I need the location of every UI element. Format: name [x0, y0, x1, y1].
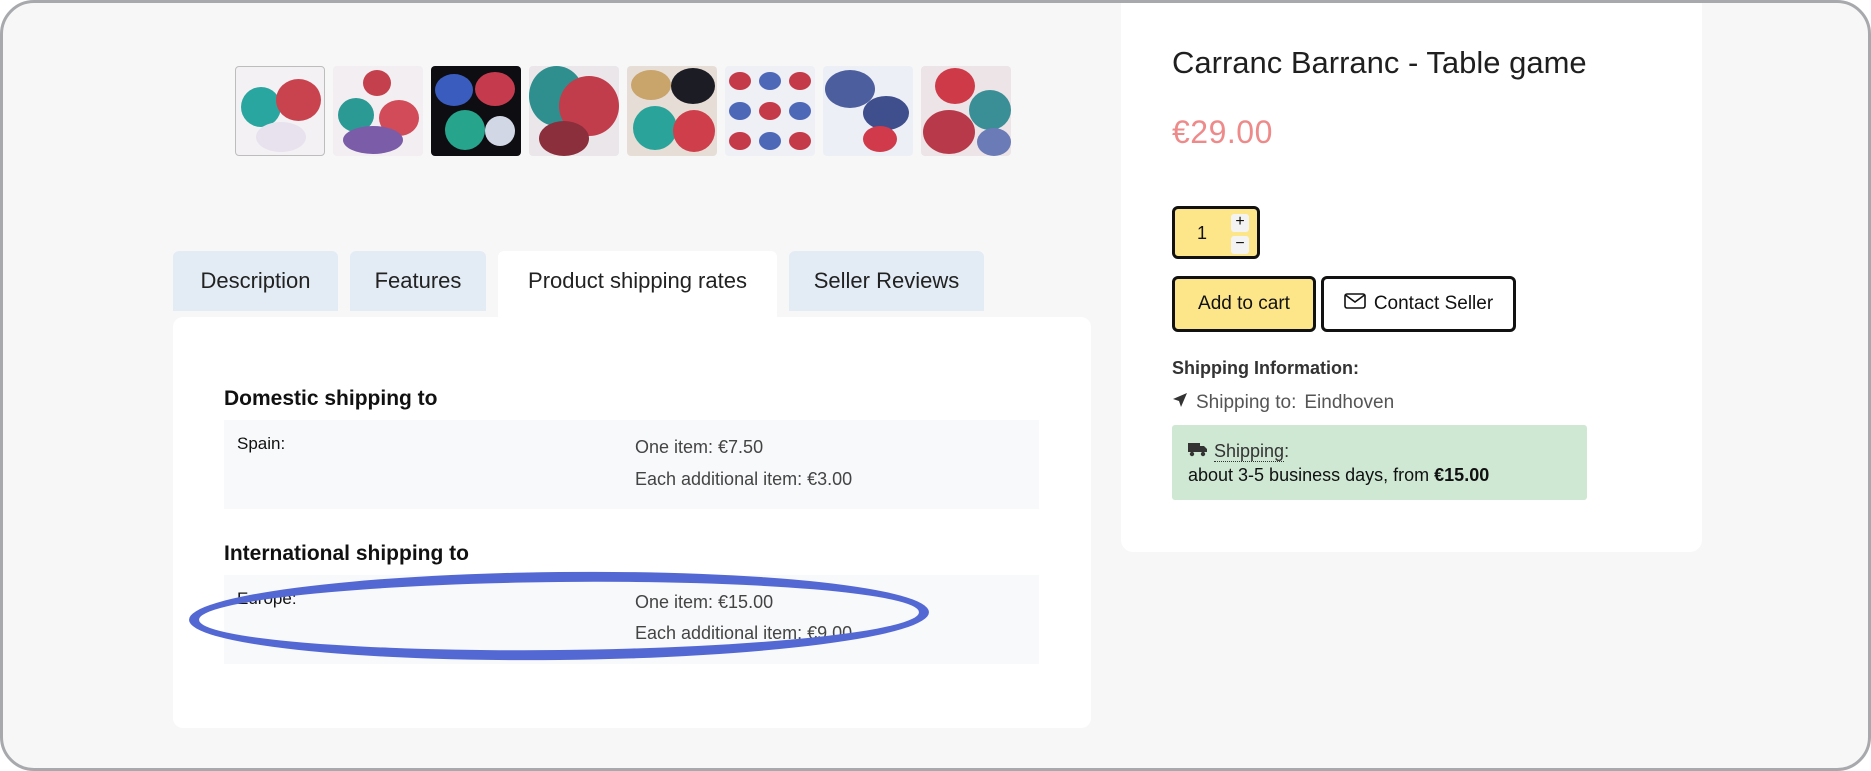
tab-features[interactable]: Features [350, 251, 486, 311]
product-thumbnail[interactable] [823, 66, 913, 156]
region-label: Europe: [237, 589, 297, 608]
tab-product-shipping-rates[interactable]: Product shipping rates [498, 251, 777, 317]
quantity-decrement-button[interactable]: − [1231, 236, 1249, 254]
contact-seller-button[interactable]: Contact Seller [1321, 276, 1516, 332]
international-shipping-title: International shipping to [224, 542, 469, 565]
shipping-information-heading: Shipping Information: [1172, 358, 1359, 378]
shipping-estimate-text: about 3-5 business days, from €15.00 [1188, 465, 1489, 486]
product-title: Carranc Barranc - Table game [1172, 45, 1587, 80]
product-summary-panel: Carranc Barranc - Table game €29.00 1 + … [1121, 3, 1702, 552]
shipping-rates-panel: Domestic shipping to Spain: One item: €7… [173, 317, 1091, 728]
product-thumbnail[interactable] [333, 66, 423, 156]
shipping-colon: : [1284, 441, 1290, 461]
quantity-stepper[interactable]: 1 + − [1172, 206, 1260, 259]
additional-item-rate: Each additional item: €9.00 [635, 623, 853, 643]
product-thumbnail[interactable] [627, 66, 717, 156]
truck-icon [1188, 441, 1208, 462]
envelope-icon [1344, 293, 1366, 315]
domestic-shipping-title: Domestic shipping to [224, 387, 438, 410]
product-thumbnail[interactable] [921, 66, 1011, 156]
location-arrow-icon [1172, 392, 1188, 414]
quantity-value[interactable]: 1 [1197, 223, 1207, 244]
domestic-rate-row: Spain: One item: €7.50 Each additional i… [224, 420, 1039, 509]
international-rate-row: Europe: One item: €15.00 Each additional… [224, 575, 1039, 664]
shipping-destination: Shipping to: Eindhoven [1172, 392, 1394, 414]
tab-seller-reviews[interactable]: Seller Reviews [789, 251, 984, 311]
tab-description[interactable]: Description [173, 251, 338, 311]
shipping-from-price: €15.00 [1434, 465, 1490, 485]
product-thumbnail[interactable] [235, 66, 325, 156]
shipping-link[interactable]: Shipping [1214, 441, 1285, 462]
product-thumbnail[interactable] [431, 66, 521, 156]
shipping-estimate-box: Shipping: about 3-5 business days, from … [1172, 425, 1587, 500]
additional-item-rate: Each additional item: €3.00 [635, 469, 853, 489]
add-to-cart-button[interactable]: Add to cart [1172, 276, 1316, 332]
one-item-rate: One item: €15.00 [635, 592, 774, 612]
add-to-cart-label: Add to cart [1198, 293, 1290, 314]
shipping-to-label: Shipping to: [1196, 392, 1297, 413]
one-item-rate: One item: €7.50 [635, 437, 764, 457]
product-price: €29.00 [1172, 114, 1273, 150]
region-label: Spain: [237, 434, 286, 453]
page-frame: Description Features Product shipping ra… [0, 0, 1871, 771]
shipping-estimate: about 3-5 business days, from [1188, 465, 1430, 485]
quantity-increment-button[interactable]: + [1231, 214, 1249, 232]
shipping-to-city: Eindhoven [1304, 392, 1395, 413]
contact-seller-label: Contact Seller [1373, 293, 1494, 314]
product-thumbnail[interactable] [529, 66, 619, 156]
product-thumbnail[interactable] [725, 66, 815, 156]
thumbnail-strip [235, 66, 1011, 156]
